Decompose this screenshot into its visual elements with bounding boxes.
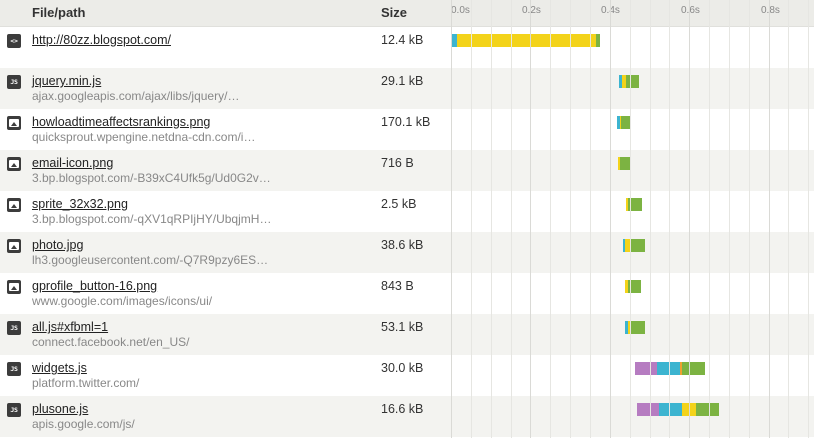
- file-name-link[interactable]: photo.jpg: [32, 238, 83, 252]
- file-host-path: ajax.googleapis.com/ajax/libs/jquery/…: [32, 89, 240, 103]
- javascript-file-icon: JS: [7, 403, 21, 417]
- timeline-tick-label: 0.8s: [761, 5, 780, 16]
- file-size: 12.4 kB: [381, 33, 424, 47]
- table-row[interactable]: <> http://80zz.blogspot.com/12.4 kB: [0, 27, 814, 68]
- file-host-path: 3.bp.blogspot.com/-B39xC4Ufk5g/Ud0G2v…: [32, 171, 271, 185]
- waterfall-bar[interactable]: [636, 403, 720, 416]
- file-name-link[interactable]: all.js#xfbml=1: [32, 320, 108, 334]
- file-size: 2.5 kB: [381, 197, 417, 211]
- table-header: File/path Size 0.0s 0.2s 0.4s 0.6s 0.8s: [0, 0, 814, 27]
- waterfall-bar[interactable]: [625, 198, 642, 211]
- table-row[interactable]: email-icon.png 3.bp.blogspot.com/-B39xC4U…: [0, 150, 814, 191]
- file-size: 843 B: [381, 279, 414, 293]
- table-row[interactable]: JS plusone.js apis.google.com/js/16.6 kB: [0, 396, 814, 437]
- file-host-path: lh3.googleusercontent.com/-Q7R9pzy6ES…: [32, 253, 269, 267]
- file-host-path: connect.facebook.net/en_US/: [32, 335, 190, 349]
- image-file-icon: [7, 116, 21, 130]
- waterfall-bar[interactable]: [451, 34, 600, 47]
- timing-segment-receive: [625, 75, 639, 88]
- waterfall-bar[interactable]: [622, 239, 645, 252]
- size-column-header[interactable]: Size: [381, 5, 407, 20]
- waterfall-bar[interactable]: [618, 75, 639, 88]
- waterfall-bar[interactable]: [624, 321, 646, 334]
- timeline-tick-label: 0.0s: [451, 5, 470, 16]
- timing-segment-blocked: [634, 362, 657, 375]
- file-size: 38.6 kB: [381, 238, 424, 252]
- timing-segment-receive: [627, 198, 642, 211]
- timing-segment-receive: [595, 34, 600, 47]
- timing-segment-receive: [620, 116, 631, 129]
- file-size: 29.1 kB: [381, 74, 424, 88]
- timing-segment-receive: [695, 403, 720, 416]
- image-file-icon: [7, 239, 21, 253]
- timeline-tick-label: 0.2s: [522, 5, 541, 16]
- javascript-file-icon: JS: [7, 362, 21, 376]
- table-row[interactable]: howloadtimeaffectsrankings.png quicksprou…: [0, 109, 814, 150]
- html-file-icon: <>: [7, 34, 21, 48]
- timeline-tick-label: 0.4s: [601, 5, 620, 16]
- file-name-link[interactable]: plusone.js: [32, 402, 88, 416]
- file-name-link[interactable]: jquery.min.js: [32, 74, 101, 88]
- file-host-path: 3.bp.blogspot.com/-qXV1qRPIjHY/UbqjmH…: [32, 212, 272, 226]
- image-file-icon: [7, 157, 21, 171]
- waterfall-bar[interactable]: [624, 280, 642, 293]
- table-row[interactable]: JS widgets.js platform.twitter.com/30.0 kB: [0, 355, 814, 396]
- javascript-file-icon: JS: [7, 75, 21, 89]
- file-name-link[interactable]: email-icon.png: [32, 156, 113, 170]
- file-name-link[interactable]: http://80zz.blogspot.com/: [32, 33, 171, 47]
- waterfall-bar[interactable]: [616, 116, 631, 129]
- timing-segment-receive: [628, 280, 642, 293]
- image-file-icon: [7, 198, 21, 212]
- waterfall-bar[interactable]: [617, 157, 631, 170]
- file-name-link[interactable]: gprofile_button-16.png: [32, 279, 157, 293]
- table-row[interactable]: sprite_32x32.png 3.bp.blogspot.com/-qXV1q…: [0, 191, 814, 232]
- file-name-link[interactable]: sprite_32x32.png: [32, 197, 128, 211]
- timing-segment-receive: [629, 239, 645, 252]
- timing-segment-receive: [619, 157, 631, 170]
- file-host-path: platform.twitter.com/: [32, 376, 140, 390]
- timing-segment-dns: [656, 362, 681, 375]
- javascript-file-icon: JS: [7, 321, 21, 335]
- waterfall-bar[interactable]: [634, 362, 706, 375]
- timing-segment-receive: [681, 362, 706, 375]
- timing-segment-wait: [682, 403, 696, 416]
- file-host-path: quicksprout.wpengine.netdna-cdn.com/i…: [32, 130, 256, 144]
- file-host-path: apis.google.com/js/: [32, 417, 135, 431]
- timing-segment-blocked: [636, 403, 659, 416]
- file-size: 53.1 kB: [381, 320, 424, 334]
- file-size: 716 B: [381, 156, 414, 170]
- table-row[interactable]: photo.jpg lh3.googleusercontent.com/-Q7R9…: [0, 232, 814, 273]
- timeline-tick-label: 0.6s: [681, 5, 700, 16]
- timing-segment-wait: [456, 34, 596, 47]
- file-name-link[interactable]: howloadtimeaffectsrankings.png: [32, 115, 210, 129]
- file-size: 16.6 kB: [381, 402, 424, 416]
- timing-segment-receive: [630, 321, 646, 334]
- file-size: 30.0 kB: [381, 361, 424, 375]
- timing-segment-dns: [658, 403, 683, 416]
- table-row[interactable]: JS jquery.min.js ajax.googleapis.com/ajax/…: [0, 68, 814, 109]
- file-path-column-header[interactable]: File/path: [32, 5, 85, 20]
- table-row[interactable]: gprofile_button-16.png www.google.com/ima…: [0, 273, 814, 314]
- file-size: 170.1 kB: [381, 115, 431, 129]
- file-host-path: www.google.com/images/icons/ui/: [32, 294, 213, 308]
- table-row[interactable]: JS all.js#xfbml=1 connect.facebook.net/en_…: [0, 314, 814, 355]
- image-file-icon: [7, 280, 21, 294]
- file-name-link[interactable]: widgets.js: [32, 361, 87, 375]
